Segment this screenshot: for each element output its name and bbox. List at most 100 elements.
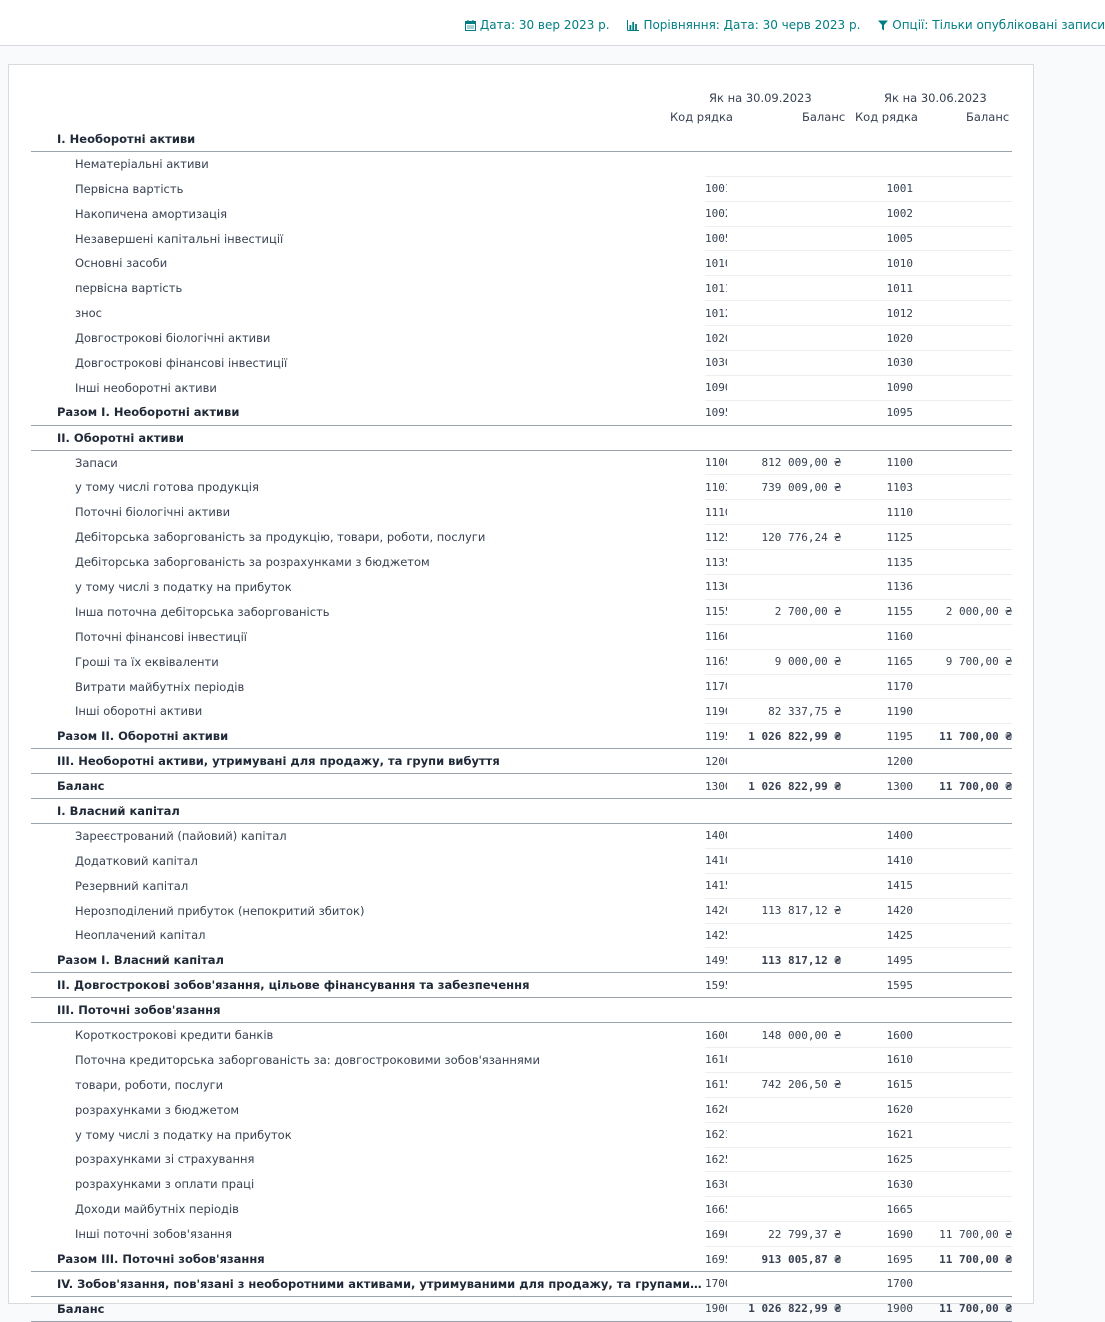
- total-row[interactable]: II. Довгострокові зобов'язання, цільове …: [31, 972, 1012, 999]
- row-code-period1: 1700: [705, 1271, 727, 1297]
- table-row[interactable]: розрахунками з оплати праці 1630 1630: [31, 1171, 1012, 1198]
- table-row[interactable]: Дебіторська заборгованість за розрахунка…: [31, 549, 1012, 576]
- row-code-period2: 1410: [841, 848, 913, 874]
- report-toolbar: Дата: 30 вер 2023 р. Порівняння: Дата: 3…: [0, 0, 1105, 46]
- row-balance-period1: 9 000,00 ₴: [727, 649, 841, 675]
- table-row[interactable]: Зареєстрований (пайовий) капітал 1400 1400: [31, 823, 1012, 849]
- row-balance-period1: [727, 748, 841, 775]
- row-balance-period2: [913, 325, 1012, 352]
- total-row[interactable]: Разом III. Поточні зобов'язання1695913 0…: [31, 1246, 1012, 1272]
- row-code-period1: 1110: [705, 499, 727, 526]
- total-row[interactable]: Разом I. Власний капітал1495113 817,12 ₴…: [31, 947, 1012, 974]
- row-code-period1: 1190: [705, 698, 727, 725]
- row-code-period1: 1600: [705, 1022, 727, 1048]
- table-row[interactable]: Основні засоби 1010 1010: [31, 250, 1012, 277]
- row-name: Нематеріальні активи: [75, 157, 209, 172]
- table-row[interactable]: Доходи майбутніх періодів 1665 1665: [31, 1196, 1012, 1223]
- table-row[interactable]: Незавершені капітальні інвестиції 1005 100…: [31, 226, 1012, 252]
- table-row[interactable]: Поточні біологічні активи 1110 1110: [31, 499, 1012, 526]
- row-balance-period1: [727, 226, 841, 252]
- balance-sheet-report: Як на 30.09.2023 Як на 30.06.2023 Код ря…: [8, 64, 1034, 1322]
- table-row[interactable]: Короткострокові кредити банків 1600148 00…: [31, 1022, 1012, 1048]
- row-code-period2: 1665: [841, 1196, 913, 1223]
- table-row[interactable]: Інша поточна дебіторська заборгованість 1…: [31, 599, 1012, 625]
- table-row[interactable]: Довгострокові фінансові інвестиції 1030 10…: [31, 350, 1012, 376]
- row-name: II. Оборотні активи: [31, 425, 705, 451]
- row-balance-period1: 113 817,12 ₴: [727, 898, 841, 924]
- comparison-filter-label: Порівняння: Дата: 30 черв 2023 р.: [643, 18, 861, 32]
- row-code-period1: 1030: [705, 350, 727, 376]
- table-row[interactable]: Нерозподілений прибуток (непокритий збит…: [31, 898, 1012, 924]
- row-balance-period2: [913, 923, 1012, 949]
- row-code-period1: 1135: [705, 549, 727, 576]
- row-balance-period2: [913, 549, 1012, 576]
- table-row[interactable]: розрахунками з бюджетом 1620 1620: [31, 1097, 1012, 1123]
- row-balance-period2: [913, 748, 1012, 775]
- row-balance-period1: [727, 201, 841, 227]
- table-row[interactable]: у тому числі з податку на прибуток 1621 16…: [31, 1122, 1012, 1148]
- table-row[interactable]: Накопичена амортизація 1002 1002: [31, 201, 1012, 227]
- table-row[interactable]: Інші необоротні активи 1090 1090: [31, 375, 1012, 401]
- table-row[interactable]: Резервний капітал 1415 1415: [31, 873, 1012, 899]
- table-row[interactable]: Витрати майбутніх періодів 1170 1170: [31, 674, 1012, 700]
- row-balance-period2: [913, 798, 1012, 824]
- total-row[interactable]: IV. Зобов'язання, пов'язані з необоротни…: [31, 1271, 1012, 1297]
- total-row[interactable]: Разом I. Необоротні активи10951095: [31, 400, 1012, 426]
- period1-header: Як на 30.09.2023: [709, 91, 812, 105]
- row-code-period2: 1595: [841, 972, 913, 999]
- section-header-row[interactable]: I. Власний капітал: [31, 798, 1012, 824]
- row-balance-period1: [727, 997, 841, 1024]
- table-row[interactable]: первісна вартість 1011 1011: [31, 275, 1012, 302]
- section-header-row[interactable]: I. Необоротні активи: [31, 127, 1012, 152]
- table-row[interactable]: Гроші та їх еквіваленти 11659 000,00 ₴116…: [31, 649, 1012, 675]
- row-name: розрахунками з бюджетом: [75, 1102, 240, 1117]
- table-row[interactable]: Поточна кредиторська заборгованість за: …: [31, 1047, 1012, 1073]
- table-row[interactable]: у тому числі готова продукція 1103739 009…: [31, 474, 1012, 501]
- table-row[interactable]: Додатковий капітал 1410 1410: [31, 848, 1012, 874]
- row-balance-period1: [727, 127, 841, 152]
- table-row[interactable]: Інші оборотні активи 119082 337,75 ₴1190: [31, 698, 1012, 725]
- table-row[interactable]: розрахунками зі страхування 1625 1625: [31, 1147, 1012, 1173]
- table-row[interactable]: Первісна вартість 1001 1001: [31, 176, 1012, 202]
- row-code-period2: 1020: [841, 325, 913, 352]
- row-balance-period1: [727, 1097, 841, 1123]
- row-balance-period1: [727, 1147, 841, 1173]
- table-row[interactable]: Неоплачений капітал 1425 1425: [31, 923, 1012, 949]
- table-row[interactable]: Запаси 1100812 009,00 ₴1100: [31, 450, 1012, 476]
- section-header-row[interactable]: II. Оборотні активи: [31, 425, 1012, 451]
- row-balance-period1: [727, 972, 841, 999]
- table-row[interactable]: Інші поточні зобов'язання 169022 799,37 ₴…: [31, 1221, 1012, 1248]
- total-row[interactable]: Разом II. Оборотні активи11951 026 822,9…: [31, 723, 1012, 750]
- row-code-period2: 1001: [841, 176, 913, 202]
- section-header-row[interactable]: III. Поточні зобов'язання: [31, 997, 1012, 1024]
- row-balance-period2: [913, 1047, 1012, 1073]
- total-row[interactable]: Баланс13001 026 822,99 ₴130011 700,00 ₴: [31, 773, 1012, 800]
- row-name: IV. Зобов'язання, пов'язані з необоротни…: [31, 1271, 705, 1297]
- date-filter[interactable]: Дата: 30 вер 2023 р.: [464, 18, 610, 32]
- table-row[interactable]: Довгострокові біологічні активи 1020 1020: [31, 325, 1012, 352]
- options-filter[interactable]: Опції: Тільки опубліковані записи: [878, 18, 1105, 32]
- row-name: розрахунками зі страхування: [75, 1152, 255, 1167]
- row-name: Разом I. Власний капітал: [31, 947, 705, 974]
- table-row[interactable]: знос 1012 1012: [31, 300, 1012, 327]
- row-name: Резервний капітал: [75, 878, 189, 893]
- total-row[interactable]: III. Необоротні активи, утримувані для п…: [31, 748, 1012, 775]
- code-header-2: Код рядка: [855, 110, 918, 124]
- table-row[interactable]: Дебіторська заборгованість за продукцію,…: [31, 524, 1012, 551]
- row-code-period2: 1005: [841, 226, 913, 252]
- row-code-period1: 1155: [705, 599, 727, 625]
- table-row[interactable]: Нематеріальні активи: [31, 151, 1012, 177]
- table-row[interactable]: у тому числі з податку на прибуток 1136 11…: [31, 574, 1012, 600]
- row-balance-period1: 22 799,37 ₴: [727, 1221, 841, 1248]
- row-code-period1: 1690: [705, 1221, 727, 1248]
- row-balance-period2: [913, 848, 1012, 874]
- row-name: Інші поточні зобов'язання: [75, 1227, 232, 1242]
- table-row[interactable]: товари, роботи, послуги 1615742 206,50 ₴1…: [31, 1072, 1012, 1098]
- table-row[interactable]: Поточні фінансові інвестиції 1160 1160: [31, 624, 1012, 650]
- row-code-period2: 1400: [841, 823, 913, 849]
- comparison-filter[interactable]: Порівняння: Дата: 30 черв 2023 р.: [627, 18, 860, 32]
- row-code-period1: 1095: [705, 400, 727, 426]
- total-row[interactable]: Баланс19001 026 822,99 ₴190011 700,00 ₴: [31, 1296, 1012, 1322]
- row-name: Довгострокові біологічні активи: [75, 331, 271, 346]
- row-code-period1: 1010: [705, 250, 727, 277]
